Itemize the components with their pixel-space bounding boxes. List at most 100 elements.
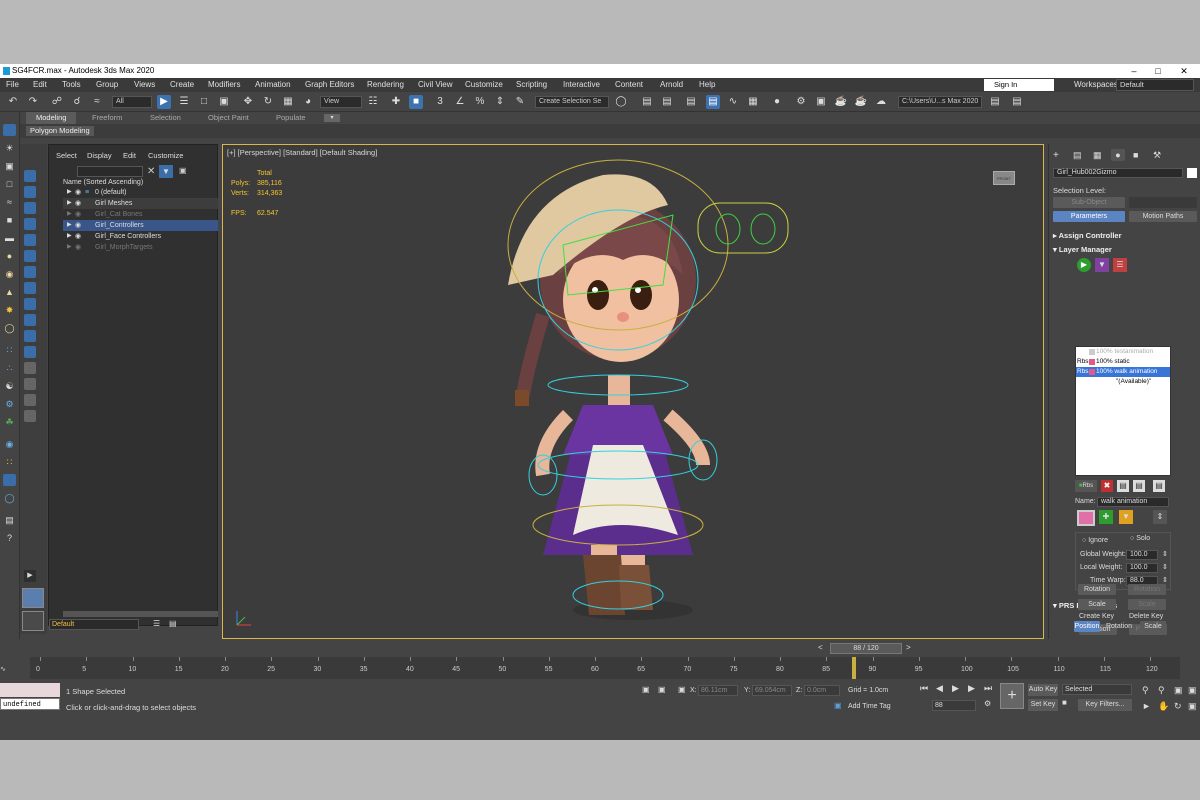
menu-help[interactable]: Help — [699, 78, 715, 92]
reference-coordinate-dropdown[interactable]: View — [320, 96, 362, 108]
scene-horizontal-scrollbar[interactable] — [63, 611, 218, 617]
display-bones-icon[interactable] — [24, 298, 36, 310]
prs-position-tab[interactable]: Position — [1074, 621, 1100, 632]
object-color-swatch[interactable] — [1187, 168, 1197, 178]
scene-menu-edit[interactable]: Edit — [123, 151, 136, 160]
align-icon[interactable]: ▤ — [640, 95, 654, 109]
expand-icon[interactable]: ▶ — [67, 187, 72, 198]
bind-space-warp-icon[interactable]: ≈ — [90, 95, 104, 109]
menu-edit[interactable]: Edit — [33, 78, 47, 92]
current-frame-field[interactable]: 88 — [932, 700, 976, 711]
lights-icon[interactable]: ☀ — [3, 142, 16, 154]
minimize-button[interactable]: – — [1124, 64, 1144, 78]
character-scene[interactable] — [223, 145, 1045, 640]
goto-start-icon[interactable]: ⏮ — [920, 683, 928, 694]
globe-icon[interactable]: ◉ — [3, 438, 16, 450]
render-production-icon[interactable]: ☕ — [834, 95, 848, 109]
edit-named-selection-icon[interactable]: ✎ — [513, 95, 527, 109]
delete-scale-key-button[interactable]: Scale — [1128, 599, 1166, 610]
zoom-icon[interactable]: ⚲ — [1142, 685, 1149, 696]
unlink-icon[interactable]: ☌ — [70, 95, 84, 109]
maximize-button[interactable]: □ — [1148, 64, 1168, 78]
display-lights-icon[interactable] — [24, 202, 36, 214]
create-scale-key-button[interactable]: Scale — [1078, 599, 1116, 610]
menu-modifiers[interactable]: Modifiers — [208, 78, 240, 92]
lock-icon[interactable]: ▣ — [179, 166, 187, 175]
maxscript-listener-top[interactable] — [0, 683, 60, 697]
menu-interactive[interactable]: Interactive — [563, 78, 600, 92]
window-crossing-icon[interactable]: ▣ — [217, 95, 231, 109]
menu-tools[interactable]: Tools — [62, 78, 81, 92]
layer-move-icon[interactable]: ✚ — [1099, 510, 1113, 524]
rectangular-selection-icon[interactable]: □ — [197, 95, 211, 109]
viewport-layout-single-icon[interactable] — [22, 588, 44, 608]
delete-rotation-key-button[interactable]: Rotation — [1128, 584, 1166, 595]
display-tab-icon[interactable]: ■ — [1133, 150, 1138, 160]
close-button[interactable]: ✕ — [1174, 64, 1194, 78]
expand-icon[interactable]: ▶ — [67, 220, 72, 231]
plane-icon[interactable]: ▬ — [3, 232, 16, 244]
layer-row-available[interactable]: "(Available)" — [1076, 377, 1170, 387]
move-icon[interactable]: ✥ — [241, 95, 255, 109]
toggle-scene-explorer-icon[interactable]: ▤ — [660, 95, 674, 109]
render-setup-icon[interactable]: ⚙ — [794, 95, 808, 109]
rotate-icon[interactable]: ↻ — [261, 95, 275, 109]
play-layer-icon[interactable]: ▶ — [1077, 258, 1091, 272]
menu-animation[interactable]: Animation — [255, 78, 291, 92]
menu-create[interactable]: Create — [170, 78, 194, 92]
selection-filter-dropdown[interactable]: All — [112, 96, 152, 108]
selection-lock-icon[interactable]: ▣ — [658, 685, 666, 694]
torus-icon[interactable]: ◯ — [3, 322, 16, 334]
zoom-extents-all-icon[interactable]: ▣ — [1188, 685, 1197, 696]
assign-controller-rollout[interactable]: ▸ Assign Controller — [1053, 230, 1197, 241]
maximize-viewport-icon[interactable]: ▣ — [1188, 701, 1197, 712]
cameras-icon[interactable]: ▣ — [3, 160, 16, 172]
menu-graph-editors[interactable]: Graph Editors — [305, 78, 354, 92]
tab-freeform[interactable]: Freeform — [82, 112, 132, 124]
display-xrefs-icon[interactable] — [24, 282, 36, 294]
curve-editor-icon[interactable]: ∿ — [726, 95, 740, 109]
scene-row-default[interactable]: ▶ ◉ ≡ 0 (default) — [63, 187, 218, 198]
z-coordinate-field[interactable]: 0.0cm — [804, 685, 840, 696]
perspective-viewport[interactable]: [+] [Perspective] [Standard] [Default Sh… — [222, 144, 1044, 639]
render-cloud-icon[interactable]: ☁ — [874, 95, 888, 109]
project-folder-icon[interactable]: ▤ — [988, 95, 1002, 109]
display-cameras-icon[interactable] — [24, 218, 36, 230]
project-path-dropdown[interactable]: C:\Users\U...s Max 2020 — [898, 96, 982, 108]
link-icon[interactable]: ☍ — [50, 95, 64, 109]
time-slider[interactable]: < 88 / 120 > — [30, 643, 1200, 654]
viewport-layout-quad-icon[interactable] — [22, 611, 44, 631]
layer-manager-rollout[interactable]: ▾ Layer Manager — [1053, 244, 1197, 255]
select-manipulate-icon[interactable]: ✚ — [389, 95, 403, 109]
tab-selection[interactable]: Selection — [140, 112, 191, 124]
expand-arrow-icon[interactable]: ▶ — [24, 570, 36, 582]
global-weight-field[interactable]: 100.0 — [1126, 550, 1158, 560]
layer-collapse-icon[interactable]: ▼ — [1119, 510, 1133, 524]
particles-icon[interactable]: ∷ — [3, 344, 16, 356]
menu-civil-view[interactable]: Civil View — [418, 78, 453, 92]
toggle-ribbon-icon[interactable]: ▤ — [706, 95, 720, 109]
layer-row-testanimation[interactable]: 100% testanimation — [1076, 347, 1170, 357]
mirror-icon[interactable]: ◯ — [614, 95, 628, 109]
layer-icon[interactable]: ▤ — [3, 514, 16, 526]
display-hidden-icon[interactable] — [24, 346, 36, 358]
undo-icon[interactable]: ↶ — [6, 95, 20, 109]
filter-icon[interactable] — [24, 410, 36, 422]
place-icon[interactable]: ◕ — [301, 95, 315, 109]
named-selection-dropdown[interactable]: Create Selection Se — [535, 96, 609, 108]
prs-rotation-tab[interactable]: Rotation — [1104, 621, 1134, 632]
keyboard-shortcut-override-icon[interactable]: ■ — [409, 95, 423, 109]
spinner-snap-icon[interactable]: ⇕ — [493, 95, 507, 109]
select-by-name-icon[interactable]: ☰ — [177, 95, 191, 109]
track-bar[interactable]: 0 5 10 15 20 25 30 35 40 45 50 55 60 65 70 75 80 85 90 95 10… — [30, 657, 1180, 679]
time-warp-spinner[interactable]: ⇕ — [1162, 576, 1168, 584]
spacewarps-icon[interactable]: ≈ — [3, 196, 16, 208]
scene-column-header[interactable]: Name (Sorted Ascending) — [63, 179, 143, 186]
time-config-icon[interactable]: ⚙ — [984, 699, 991, 708]
material-editor-icon[interactable]: ● — [770, 95, 784, 109]
time-prev-icon[interactable]: < — [818, 643, 823, 652]
pivot-center-icon[interactable]: ☷ — [366, 95, 380, 109]
snaps-toggle-icon[interactable]: 3 — [433, 95, 447, 109]
layer-explorer-icon[interactable]: ☰ — [153, 619, 160, 628]
display-all-icon[interactable] — [24, 362, 36, 374]
